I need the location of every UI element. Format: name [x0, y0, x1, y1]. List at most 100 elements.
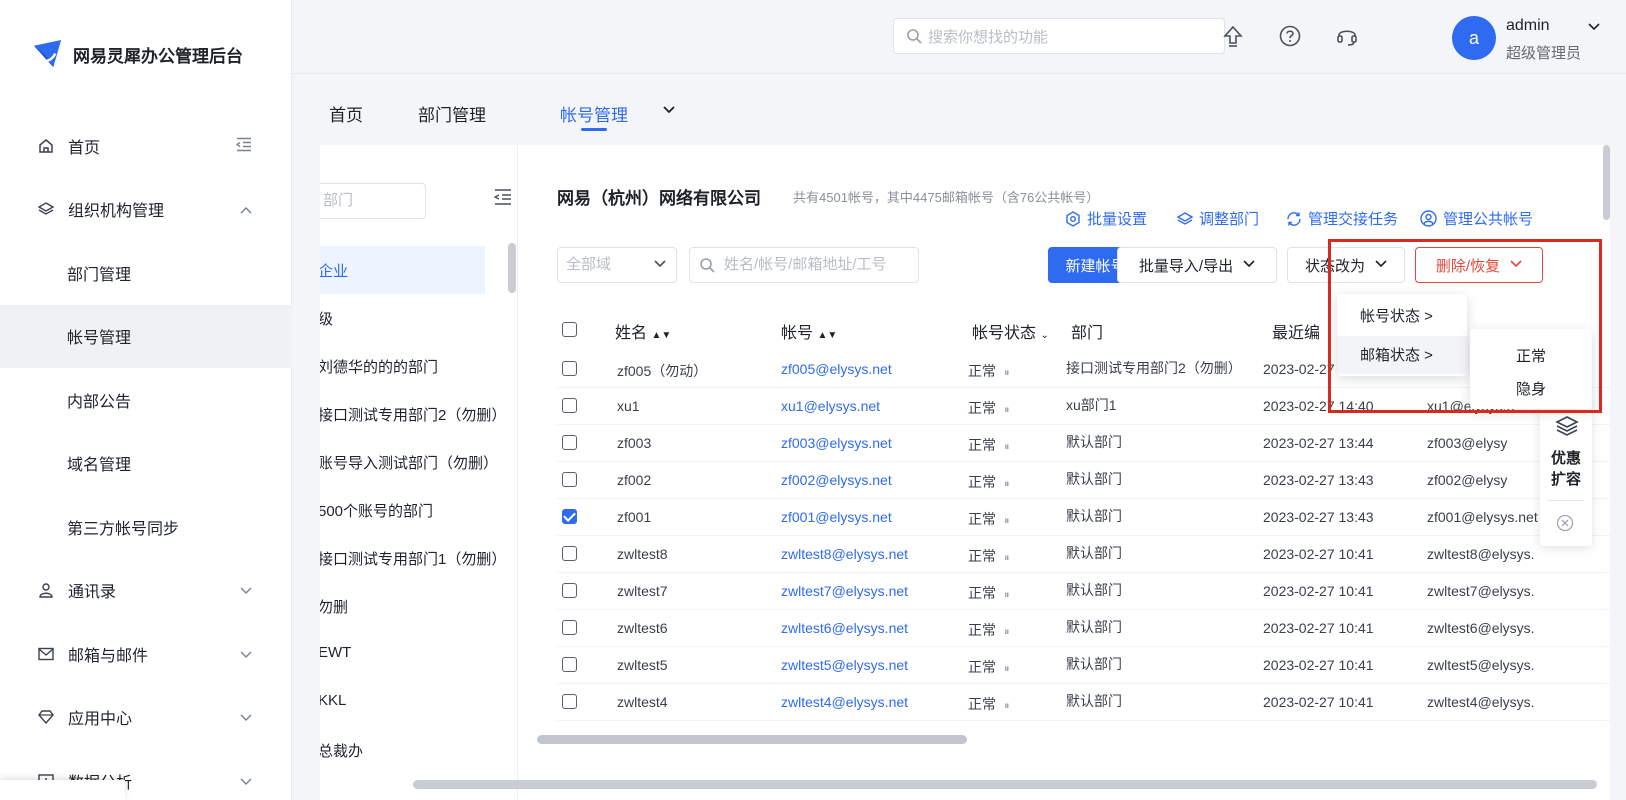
page-horizontal-scrollbar[interactable] — [413, 780, 1597, 789]
import-export-button[interactable]: 批量导入/导出 — [1117, 247, 1277, 283]
sidebar-item-apps[interactable]: 应用中心 — [0, 686, 292, 750]
table-row[interactable]: zf001 zf001@elysys.net 正常 ⏸ 默认部门 2023-02-… — [557, 499, 1610, 536]
status-text: 正常 — [968, 696, 996, 712]
tree-collapse-icon[interactable] — [493, 189, 512, 209]
tabs-more-chevron-icon[interactable] — [663, 103, 675, 117]
row-checkbox[interactable] — [562, 583, 577, 598]
menu-item-invisible[interactable]: 隐身 — [1516, 378, 1546, 399]
tree-item[interactable]: 接口测试专用部门1（勿删） — [320, 548, 506, 569]
avatar[interactable]: a — [1452, 16, 1496, 60]
tree-item[interactable]: KKL — [320, 692, 346, 709]
column-header-account[interactable]: 帐号 ▲▼ — [781, 319, 837, 343]
promo-widget[interactable]: 优惠扩容 — [1540, 400, 1592, 546]
cell-account[interactable]: zwltest5@elysys.net — [781, 657, 908, 673]
tree-scrollbar[interactable] — [508, 243, 516, 293]
tree-item[interactable]: 级 — [320, 308, 333, 329]
public-accounts-label: 管理公共帐号 — [1443, 211, 1534, 228]
row-checkbox[interactable] — [562, 509, 577, 524]
domain-select[interactable]: 全部域 — [557, 247, 677, 283]
row-checkbox[interactable] — [562, 435, 577, 450]
sidebar-item-home[interactable]: 首页 — [0, 114, 292, 178]
table-row[interactable]: zwltest7 zwltest7@elysys.net 正常 ⏸ 默认部门 20… — [557, 573, 1610, 610]
cell-account[interactable]: zf003@elysys.net — [781, 435, 892, 451]
sidebar-item-account-manage[interactable]: 帐号管理 — [0, 304, 292, 368]
cell-account[interactable]: zwltest4@elysys.net — [781, 694, 908, 710]
brand: 网易灵犀办公管理后台 — [32, 38, 243, 71]
table-row[interactable]: zwltest5 zwltest5@elysys.net 正常 ⏸ 默认部门 20… — [557, 647, 1610, 684]
cell-time: 2023-02-27 10:41 — [1263, 657, 1374, 673]
select-all-checkbox[interactable] — [562, 322, 577, 337]
tab-account-manage[interactable]: 帐号管理 — [560, 101, 628, 126]
sidebar-item-contacts[interactable]: 通讯录 — [0, 559, 292, 623]
sidebar-item-dept-manage[interactable]: 部门管理 — [0, 241, 292, 305]
batch-settings-link[interactable]: 批量设置 — [1065, 208, 1147, 229]
upgrade-icon[interactable] — [1221, 24, 1245, 48]
help-icon[interactable] — [1278, 24, 1302, 48]
tree-item[interactable]: EWT — [320, 644, 351, 661]
tree-item[interactable]: 总裁办 — [320, 740, 363, 761]
sidebar-item-mail[interactable]: 邮箱与邮件 — [0, 622, 292, 686]
row-checkbox[interactable] — [562, 361, 577, 376]
account-search-input[interactable]: 姓名/帐号/邮箱地址/工号 — [689, 247, 919, 283]
topbar: 搜索你想找的功能 a admin 超级管理员 — [292, 0, 1626, 74]
customer-service-icon[interactable] — [1335, 24, 1359, 48]
column-header-status[interactable]: 帐号状态 ⌄ — [972, 319, 1049, 343]
tree-item[interactable]: 500个账号的部门 — [320, 500, 433, 521]
menu-fold-icon[interactable] — [235, 137, 252, 154]
handover-tasks-label: 管理交接任务 — [1308, 211, 1399, 228]
cell-account[interactable]: zf001@elysys.net — [781, 509, 892, 525]
global-search-input[interactable]: 搜索你想找的功能 — [893, 18, 1225, 54]
handover-tasks-link[interactable]: 管理交接任务 — [1286, 208, 1398, 229]
tree-item[interactable]: 接口测试专用部门2（勿删） — [320, 404, 506, 425]
layers-icon — [1177, 211, 1193, 225]
menu-item-mailbox-status[interactable]: 邮箱状态 > — [1360, 344, 1433, 365]
status-text: 正常 — [968, 474, 996, 490]
row-checkbox[interactable] — [562, 546, 577, 561]
sidebar-item-third-party-sync[interactable]: 第三方帐号同步 — [0, 495, 292, 559]
user-name[interactable]: admin — [1506, 17, 1550, 35]
sidebar-item-domain-manage[interactable]: 域名管理 — [0, 432, 292, 496]
sidebar-item-org[interactable]: 组织机构管理 — [0, 178, 292, 242]
table-row[interactable]: zf002 zf002@elysys.net 正常 ⏸ 默认部门 2023-02-… — [557, 462, 1610, 499]
cell-account[interactable]: xu1@elysys.net — [781, 398, 880, 414]
close-icon[interactable] — [1556, 514, 1574, 532]
cell-account[interactable]: zf005@elysys.net — [781, 361, 892, 377]
table-row[interactable]: zwltest8 zwltest8@elysys.net 正常 ⏸ 默认部门 20… — [557, 536, 1610, 573]
cell-name: zf005（勿动） — [617, 363, 708, 379]
tree-item[interactable]: 账号导入测试部门（勿删） — [320, 452, 498, 473]
content-vertical-scrollbar[interactable] — [1603, 145, 1610, 220]
row-checkbox[interactable] — [562, 657, 577, 672]
row-checkbox[interactable] — [562, 472, 577, 487]
chevron-down-icon — [240, 582, 252, 598]
cell-status: 正常 ⏸ — [968, 620, 1010, 640]
cell-status: 正常 ⏸ — [968, 583, 1010, 603]
cell-account[interactable]: zwltest8@elysys.net — [781, 546, 908, 562]
public-accounts-link[interactable]: 管理公共帐号 — [1420, 208, 1533, 229]
tab-home[interactable]: 首页 — [329, 101, 363, 126]
row-checkbox[interactable] — [562, 398, 577, 413]
menu-item-account-status[interactable]: 帐号状态 > — [1360, 305, 1433, 326]
tree-item[interactable]: 刘德华的的的部门 — [320, 356, 438, 377]
table-row[interactable]: xu1 xu1@elysys.net 正常 ⏸ xu部门1 2023-02-27 … — [557, 388, 1610, 425]
table-row[interactable]: zf003 zf003@elysys.net 正常 ⏸ 默认部门 2023-02-… — [557, 425, 1610, 462]
delete-restore-button[interactable]: 删除/恢复 — [1415, 247, 1543, 283]
table-row[interactable]: zwltest6 zwltest6@elysys.net 正常 ⏸ 默认部门 20… — [557, 610, 1610, 647]
cell-account[interactable]: zwltest7@elysys.net — [781, 583, 908, 599]
column-header-name[interactable]: 姓名 ▲▼ — [615, 319, 671, 343]
row-checkbox[interactable] — [562, 694, 577, 709]
dept-search-input[interactable]: 部门 — [320, 183, 426, 219]
table-row[interactable]: zwltest4 zwltest4@elysys.net 正常 ⏸ 默认部门 20… — [557, 684, 1610, 721]
cell-account[interactable]: zf002@elysys.net — [781, 472, 892, 488]
sidebar-item-announcements[interactable]: 内部公告 — [0, 368, 292, 432]
tree-item[interactable]: 企业 — [320, 260, 348, 281]
table-horizontal-scrollbar[interactable] — [537, 735, 967, 744]
change-status-button[interactable]: 状态改为 — [1287, 247, 1405, 283]
tree-item[interactable]: 勿删 — [320, 596, 348, 617]
adjust-dept-link[interactable]: 调整部门 — [1177, 208, 1259, 229]
menu-item-normal[interactable]: 正常 — [1516, 345, 1546, 366]
tab-dept-manage[interactable]: 部门管理 — [418, 101, 486, 126]
sync-icon — [1287, 211, 1301, 226]
row-checkbox[interactable] — [562, 620, 577, 635]
cell-account[interactable]: zwltest6@elysys.net — [781, 620, 908, 636]
chevron-down-icon[interactable] — [1588, 20, 1600, 34]
